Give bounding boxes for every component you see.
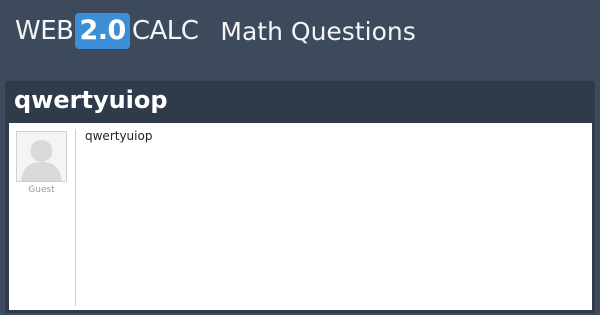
logo-version-badge: 2.0	[75, 13, 130, 49]
logo-calc-text: CALC	[131, 16, 199, 46]
site-logo[interactable]: WEB 2.0 CALC Math Questions	[15, 13, 416, 49]
question-post: Guest qwertyuiop	[9, 123, 592, 310]
post-divider	[75, 129, 76, 306]
section-title[interactable]: Math Questions	[220, 17, 415, 46]
logo-web-text: WEB	[15, 16, 74, 46]
author-name: Guest	[28, 185, 55, 195]
question-body: qwertyuiop	[85, 129, 153, 143]
question-title: qwertyuiop	[14, 86, 168, 114]
avatar	[16, 131, 67, 182]
user-avatar-icon	[17, 132, 66, 181]
top-bar: WEB 2.0 CALC Math Questions	[0, 0, 600, 62]
